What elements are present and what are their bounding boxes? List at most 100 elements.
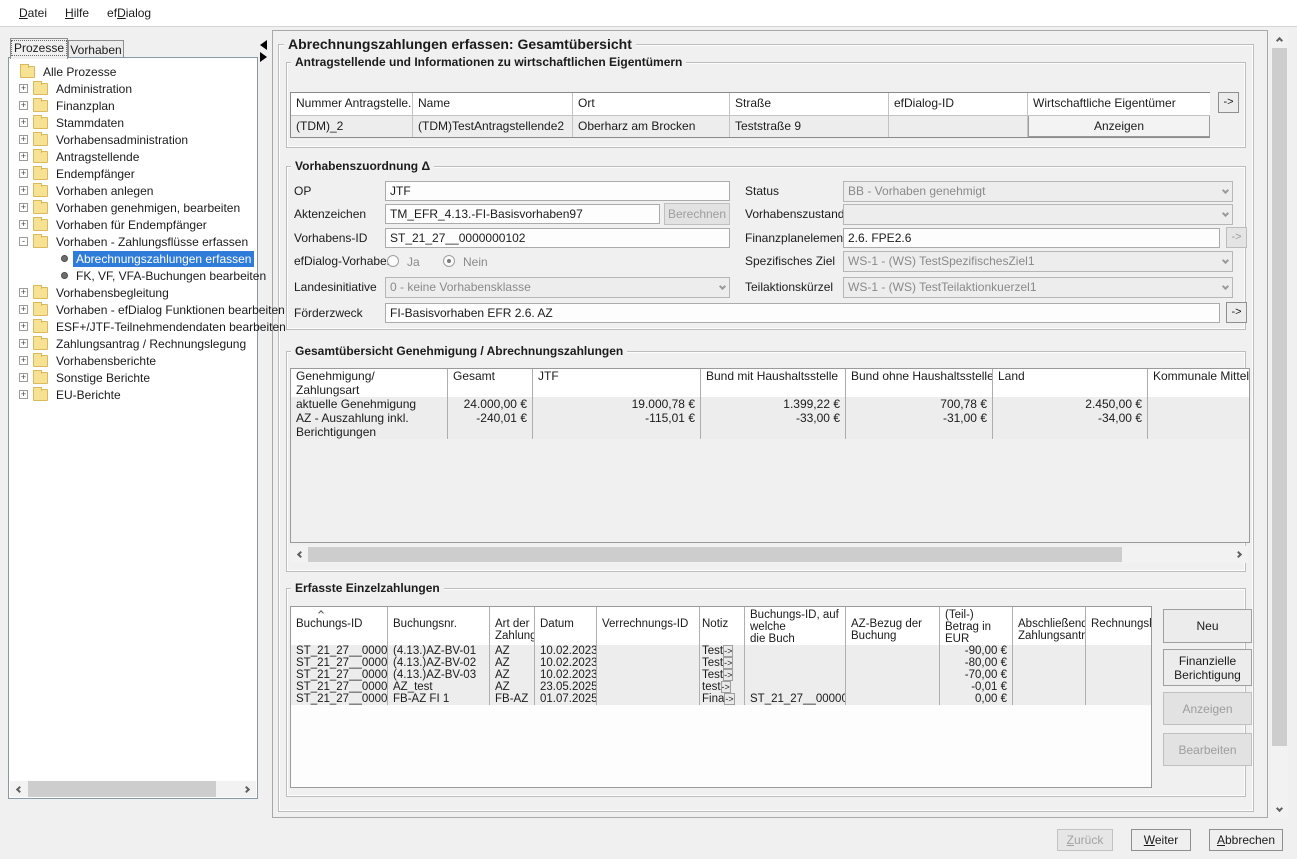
- tree-item-vorhaben-genehmigen[interactable]: Vorhaben genehmigen, bearbeiten: [13, 199, 257, 216]
- notiz-goto-button[interactable]: ->: [723, 657, 733, 669]
- zurueck-button[interactable]: Zurück: [1057, 829, 1113, 851]
- berechnen-button[interactable]: Berechnen: [664, 203, 730, 225]
- radio-ja[interactable]: [387, 255, 399, 267]
- col-efdialog-id[interactable]: efDialog-ID: [889, 93, 1028, 115]
- tree-item-abrechnungszahlungen[interactable]: Abrechnungszahlungen erfassen: [13, 250, 257, 267]
- scroll-up-icon[interactable]: [1271, 30, 1288, 47]
- teilaktionskuerzel-combobox[interactable]: WS-1 - (WS) TestTeilaktionkuerzel1: [843, 277, 1233, 298]
- scroll-thumb[interactable]: [308, 547, 1122, 562]
- payment-row-1[interactable]: ST_21_27__0000000 (4.13.)AZ-BV-01 AZ 10.…: [291, 645, 1151, 657]
- expand-icon[interactable]: [19, 322, 28, 331]
- status-combobox[interactable]: BB - Vorhaben genehmigt: [843, 181, 1233, 202]
- tree-item-finanzplan[interactable]: Finanzplan: [13, 97, 257, 114]
- col-land[interactable]: Land: [993, 369, 1148, 397]
- col-wirtschaftliche-eigentuemer[interactable]: Wirtschaftliche Eigentümer: [1028, 93, 1210, 115]
- abbrechen-button[interactable]: Abbrechen: [1209, 829, 1283, 851]
- collapse-icon[interactable]: [19, 237, 28, 246]
- sidebar-hscrollbar[interactable]: [10, 781, 256, 797]
- anzeigen-button[interactable]: Anzeigen: [1163, 692, 1252, 725]
- overview-hscrollbar[interactable]: [290, 546, 1248, 563]
- col-ort[interactable]: Ort: [573, 93, 730, 115]
- col-datum[interactable]: Datum: [535, 607, 597, 645]
- tree-item-administration[interactable]: Administration: [13, 80, 257, 97]
- tree-item-alle-prozesse[interactable]: Alle Prozesse: [13, 63, 257, 80]
- tree-item-efdialog-funktionen[interactable]: Vorhaben - efDialog Funktionen bearbeite…: [13, 301, 257, 318]
- col-art-der-zahlung[interactable]: Art der Zahlung: [490, 607, 535, 645]
- col-jtf[interactable]: JTF: [533, 369, 701, 397]
- menu-hilfe[interactable]: Hilfe: [56, 2, 98, 24]
- col-kommunale-mittel[interactable]: Kommunale Mittel: [1148, 369, 1250, 397]
- overview-row-auszahlung[interactable]: AZ - Auszahlung inkl. Berichtigungen -24…: [291, 411, 1249, 439]
- bearbeiten-button[interactable]: Bearbeiten: [1163, 733, 1252, 766]
- expand-icon[interactable]: [19, 288, 28, 297]
- col-nummer-antragstellende[interactable]: Nummer Antragstelle...: [291, 93, 413, 115]
- tree-item-vorhabensadministration[interactable]: Vorhabensadministration: [13, 131, 257, 148]
- payment-row-5[interactable]: ST_21_27__0000000 FB-AZ FI 1 FB-AZ 01.07…: [291, 693, 1151, 705]
- scroll-left-icon[interactable]: [290, 546, 307, 563]
- finanzielle-berichtigung-button[interactable]: Finanzielle Berichtigung: [1163, 649, 1252, 686]
- payment-row-4[interactable]: ST_21_27__0000000 AZ_test AZ 23.05.2025 …: [291, 681, 1151, 693]
- neu-button[interactable]: Neu: [1163, 609, 1252, 643]
- col-bund-ohne-haushaltsstelle[interactable]: Bund ohne Haushaltsstelle: [846, 369, 993, 397]
- foerderzweck-goto-button[interactable]: ->: [1226, 302, 1247, 323]
- tree-item-sonstige-berichte[interactable]: Sonstige Berichte: [13, 369, 257, 386]
- expand-icon[interactable]: [19, 101, 28, 110]
- tree-item-vorhabensbegleitung[interactable]: Vorhabensbegleitung: [13, 284, 257, 301]
- tree-item-zahlungsfluesse[interactable]: Vorhaben - Zahlungsflüsse erfassen: [13, 233, 257, 250]
- col-buchungsnr[interactable]: Buchungsnr.: [388, 607, 490, 645]
- col-az-bezug[interactable]: AZ-Bezug der Buchung: [846, 607, 940, 645]
- expand-icon[interactable]: [19, 169, 28, 178]
- tree-item-zahlungsantrag[interactable]: Zahlungsantrag / Rechnungslegung: [13, 335, 257, 352]
- weiter-button[interactable]: Weiter: [1131, 829, 1191, 851]
- overview-row-genehmigung[interactable]: aktuelle Genehmigung 24.000,00 € 19.000,…: [291, 397, 1249, 411]
- expand-icon[interactable]: [19, 118, 28, 127]
- notiz-goto-button[interactable]: ->: [721, 681, 731, 693]
- col-rechnungslegung[interactable]: Rechnungsleg: [1086, 607, 1152, 645]
- splitter-expand-right-icon[interactable]: [260, 52, 267, 62]
- finanzplanelement-goto-button[interactable]: ->: [1226, 227, 1247, 248]
- payment-row-2[interactable]: ST_21_27__0000000 (4.13.)AZ-BV-02 AZ 10.…: [291, 657, 1151, 669]
- tab-prozesse[interactable]: Prozesse: [10, 38, 68, 59]
- col-verrechnungs-id[interactable]: Verrechnungs-ID: [597, 607, 700, 645]
- notiz-goto-button[interactable]: ->: [723, 645, 733, 657]
- expand-icon[interactable]: [19, 220, 28, 229]
- notiz-goto-button[interactable]: ->: [724, 693, 734, 705]
- menu-efdialog[interactable]: efDialog: [98, 2, 160, 24]
- tree-item-vorhabensberichte[interactable]: Vorhabensberichte: [13, 352, 257, 369]
- expand-icon[interactable]: [19, 135, 28, 144]
- scroll-thumb[interactable]: [1272, 48, 1287, 746]
- col-buchungs-id[interactable]: Buchungs-ID: [291, 607, 388, 645]
- tree-item-vorhaben-anlegen[interactable]: Vorhaben anlegen: [13, 182, 257, 199]
- splitter-collapse-left-icon[interactable]: [260, 40, 267, 50]
- tree-item-vorhaben-endempfaenger[interactable]: Vorhaben für Endempfänger: [13, 216, 257, 233]
- anzeigen-eigentuemer-button[interactable]: Anzeigen: [1028, 116, 1210, 137]
- expand-icon[interactable]: [19, 390, 28, 399]
- vorhabenszustand-combobox[interactable]: [843, 204, 1233, 225]
- col-name[interactable]: Name: [413, 93, 573, 115]
- col-abschliessende-zahlungsantraege[interactable]: Abschließende Zahlungsantra: [1013, 607, 1086, 645]
- col-gesamt[interactable]: Gesamt: [448, 369, 533, 397]
- expand-icon[interactable]: [19, 84, 28, 93]
- op-field[interactable]: JTF: [385, 181, 730, 201]
- finanzplanelement-field[interactable]: 2.6. FPE2.6: [843, 228, 1220, 248]
- scroll-left-icon[interactable]: [10, 781, 26, 797]
- tree-item-esf-jtf-daten[interactable]: ESF+/JTF-Teilnehmendendaten bearbeiten: [13, 318, 257, 335]
- landesinitiative-combobox[interactable]: 0 - keine Vorhabensklasse: [385, 277, 730, 298]
- col-notiz[interactable]: Notiz: [700, 607, 745, 645]
- tree-item-antragstellende[interactable]: Antragstellende: [13, 148, 257, 165]
- tree-item-fk-vf-vfa[interactable]: FK, VF, VFA-Buchungen bearbeiten: [13, 267, 257, 284]
- tree-item-endempfaenger[interactable]: Endempfänger: [13, 165, 257, 182]
- tree-item-stammdaten[interactable]: Stammdaten: [13, 114, 257, 131]
- payment-row-3[interactable]: ST_21_27__0000000 (4.13.)AZ-BV-03 AZ 10.…: [291, 669, 1151, 681]
- vorhabens-id-field[interactable]: ST_21_27__0000000102: [385, 228, 730, 248]
- scroll-down-icon[interactable]: [1271, 801, 1288, 818]
- expand-icon[interactable]: [19, 152, 28, 161]
- scroll-right-icon[interactable]: [1231, 546, 1248, 563]
- expand-icon[interactable]: [19, 339, 28, 348]
- expand-icon[interactable]: [19, 186, 28, 195]
- menu-datei[interactable]: Datei: [10, 2, 56, 24]
- scroll-right-icon[interactable]: [240, 781, 256, 797]
- foerderzweck-field[interactable]: FI-Basisvorhaben EFR 2.6. AZ: [385, 303, 1220, 323]
- radio-nein[interactable]: [443, 255, 455, 267]
- expand-icon[interactable]: [19, 305, 28, 314]
